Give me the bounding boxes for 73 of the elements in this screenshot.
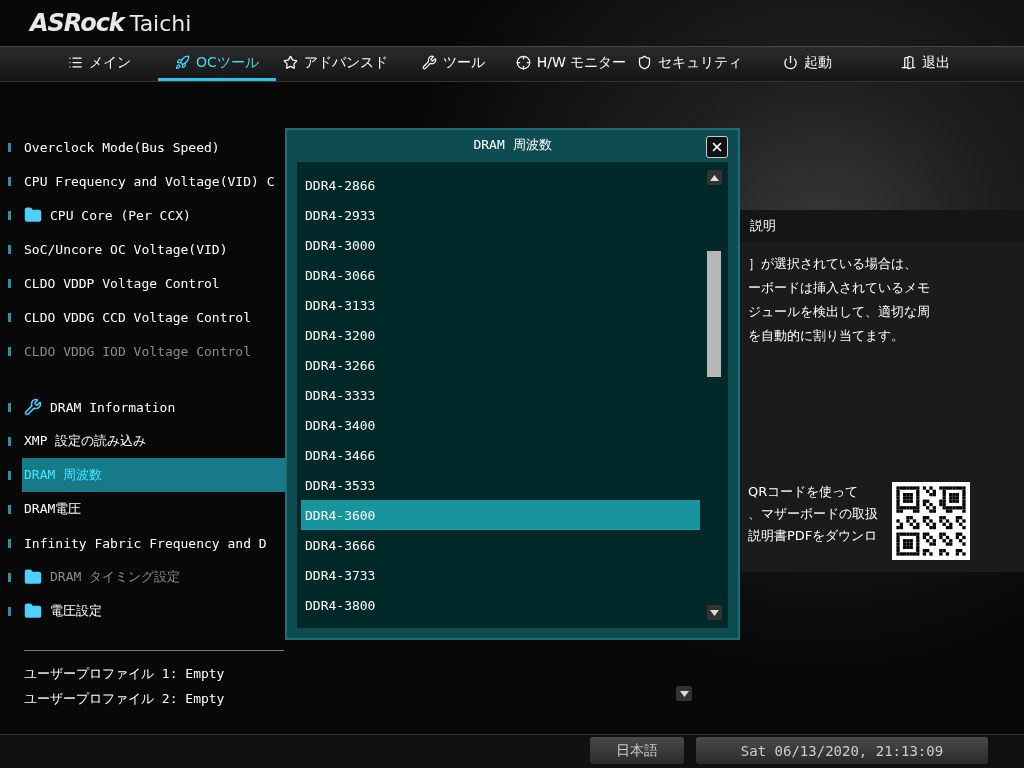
- frequency-option[interactable]: DDR4-3266: [301, 350, 700, 380]
- tab-icon: [900, 55, 916, 70]
- bullet-marker: [8, 470, 11, 480]
- bullet-marker: [8, 312, 11, 322]
- date-time: Sat 06/13/2020, 21:13:09: [696, 737, 988, 764]
- frequency-option[interactable]: DDR4-3400: [301, 410, 700, 440]
- nav-tab[interactable]: 起動: [748, 47, 866, 81]
- qr-caption: 、マザーボードの取扱: [748, 505, 878, 523]
- nav-tab[interactable]: アドバンスド: [276, 47, 394, 81]
- close-button[interactable]: [706, 136, 728, 158]
- tab-icon: [175, 55, 191, 70]
- frequency-option[interactable]: DDR4-3733: [301, 560, 700, 590]
- frequency-option[interactable]: DDR4-3600: [301, 500, 700, 530]
- bullet-marker: [8, 538, 11, 548]
- frequency-option[interactable]: DDR4-3666: [301, 530, 700, 560]
- bullet-marker: [8, 176, 11, 186]
- setting-item[interactable]: DRAM Information: [22, 390, 300, 424]
- tab-icon: [782, 55, 798, 70]
- scroll-down-icon[interactable]: [706, 605, 722, 620]
- model-name: Taichi: [129, 10, 192, 36]
- frequency-option[interactable]: DDR4-3066: [301, 260, 700, 290]
- help-text: ーボードは挿入されているメモ: [748, 279, 931, 297]
- folder-icon: [24, 568, 42, 586]
- tab-icon: [636, 55, 652, 70]
- close-icon: [710, 140, 724, 154]
- frequency-option[interactable]: DDR4-3466: [301, 440, 700, 470]
- bullet-marker: [8, 606, 11, 616]
- setting-item[interactable]: 電圧設定: [22, 594, 300, 628]
- help-title: 説明: [740, 210, 1024, 242]
- help-text: ジュールを検出して、適切な周: [748, 303, 931, 321]
- scrollbar-thumb[interactable]: [707, 251, 721, 377]
- bullet-marker: [8, 142, 11, 152]
- user-profile[interactable]: ユーザープロファイル 1: Empty: [8, 661, 300, 686]
- bullet-marker: [8, 278, 11, 288]
- scroll-up-icon[interactable]: [706, 170, 722, 185]
- bullet-marker: [8, 572, 11, 582]
- frequency-option[interactable]: DDR4-3333: [301, 380, 700, 410]
- nav-tab[interactable]: メイン: [40, 47, 158, 81]
- frequency-option[interactable]: DDR4-2933: [301, 200, 700, 230]
- frequency-option[interactable]: DDR4-2866: [301, 170, 700, 200]
- tab-icon: [282, 55, 298, 70]
- bullet-marker: [8, 402, 11, 412]
- brand-logo: ASRock: [30, 9, 124, 37]
- nav-tab[interactable]: 退出: [866, 47, 984, 81]
- language-button[interactable]: 日本語: [590, 737, 684, 764]
- wrench-icon: [24, 398, 42, 416]
- bullet-marker: [8, 346, 11, 356]
- help-text: ］が選択されている場合は、: [748, 255, 918, 273]
- tab-icon: [421, 55, 437, 70]
- frequency-option[interactable]: DDR4-3800: [301, 590, 700, 620]
- qr-caption: QRコードを使って: [748, 483, 860, 501]
- folder-icon: [24, 602, 42, 620]
- user-profile[interactable]: ユーザープロファイル 2: Empty: [8, 686, 300, 711]
- bullet-marker: [8, 210, 11, 220]
- tab-icon: [515, 55, 531, 70]
- frequency-option[interactable]: DDR4-3200: [301, 320, 700, 350]
- nav-tab[interactable]: OCツール: [158, 47, 276, 81]
- tab-icon: [67, 55, 83, 70]
- bullet-marker: [8, 244, 11, 254]
- help-text: を自動的に割り当てます。: [748, 327, 905, 345]
- frequency-option[interactable]: DDR4-3000: [301, 230, 700, 260]
- scroll-down-icon[interactable]: [676, 686, 692, 701]
- bullet-marker: [8, 504, 11, 514]
- nav-tab[interactable]: H/W モニター: [512, 47, 630, 81]
- qr-caption: 説明書PDFをダウンロ: [748, 527, 878, 545]
- dialog-title: DRAM 周波数: [473, 136, 552, 154]
- frequency-option[interactable]: DDR4-3533: [301, 470, 700, 500]
- folder-icon: [24, 206, 42, 224]
- nav-tab[interactable]: セキュリティ: [630, 47, 748, 81]
- bullet-marker: [8, 436, 11, 446]
- nav-tab[interactable]: ツール: [394, 47, 512, 81]
- setting-item[interactable]: CPU Core (Per CCX): [22, 198, 300, 232]
- frequency-option[interactable]: DDR4-3133: [301, 290, 700, 320]
